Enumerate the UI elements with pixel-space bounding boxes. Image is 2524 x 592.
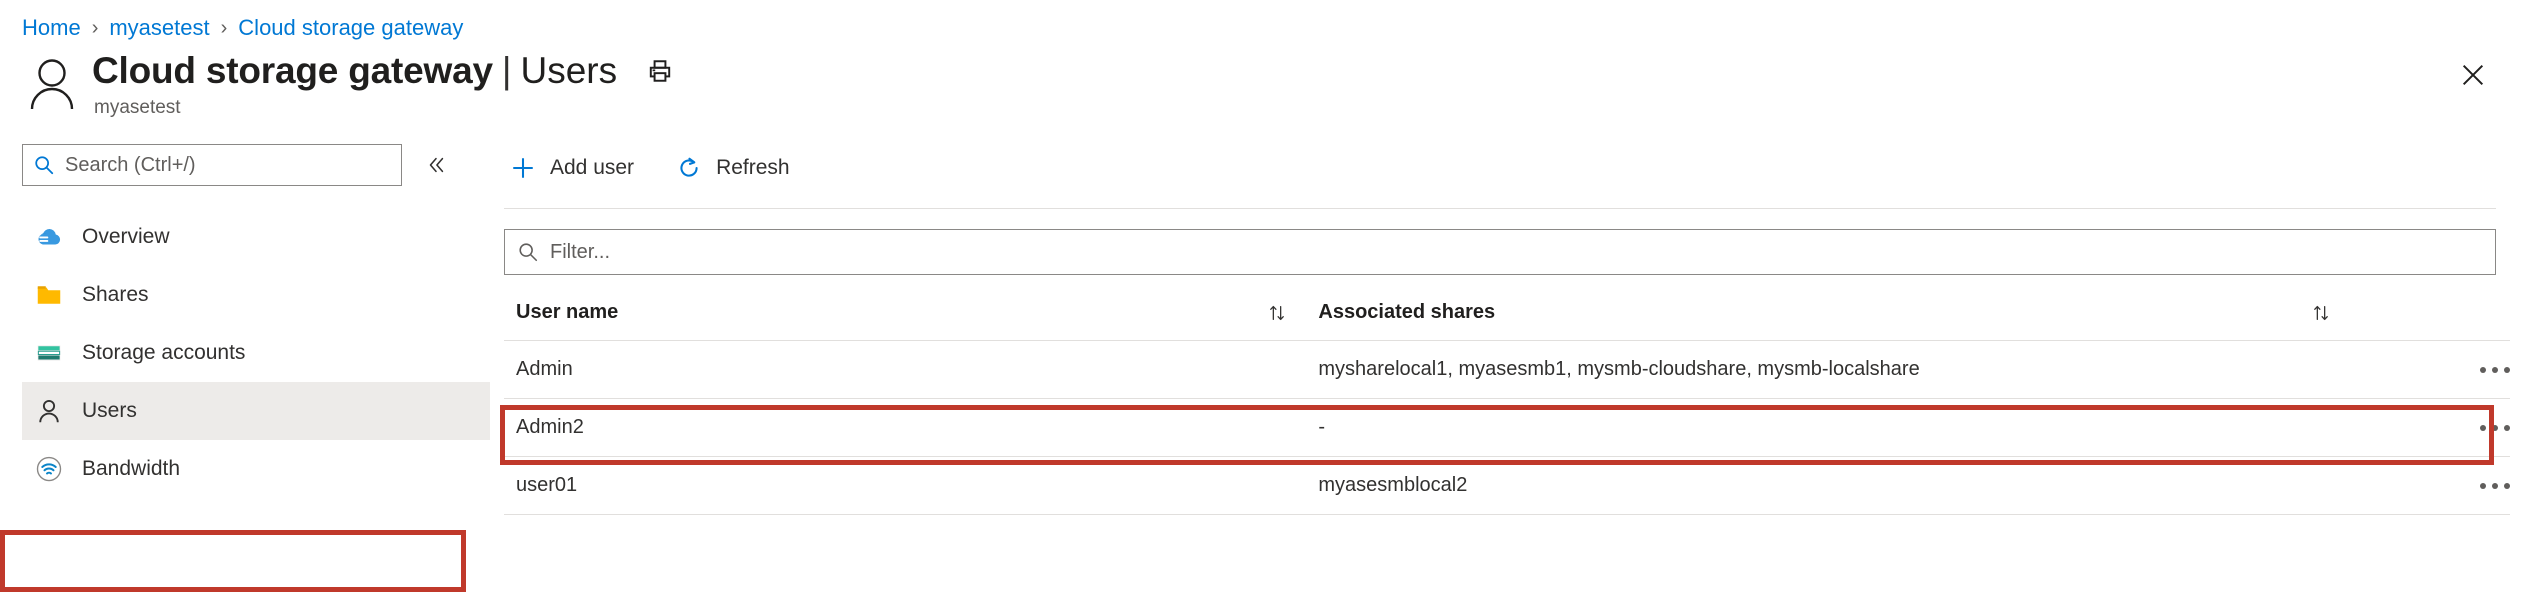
cell-associated-shares: - xyxy=(1306,398,2350,457)
annotation-highlight-users xyxy=(0,530,466,592)
cell-user-name: user01 xyxy=(504,456,1307,515)
sidebar-item-label: Shares xyxy=(82,283,149,306)
table-row[interactable]: Admin mysharelocal1, myasesmb1, mysmb-cl… xyxy=(504,340,2510,399)
table-body: Admin mysharelocal1, myasesmb1, mysmb-cl… xyxy=(504,340,2510,515)
table-row[interactable]: user01 myasesmblocal2 xyxy=(504,456,2510,515)
add-user-button[interactable]: Add user xyxy=(504,146,638,190)
sidebar-item-label: Users xyxy=(82,399,137,422)
column-header-actions xyxy=(2349,283,2510,341)
filter-box[interactable] xyxy=(504,229,2496,275)
breadcrumb-separator-icon: › xyxy=(91,17,99,39)
refresh-button[interactable]: Refresh xyxy=(670,146,794,190)
cell-user-name: Admin2 xyxy=(504,398,1307,457)
plus-icon xyxy=(508,153,538,183)
sort-updown-icon[interactable] xyxy=(1266,302,1306,324)
sidebar-item-shares[interactable]: Shares xyxy=(22,266,490,324)
sidebar-item-label: Bandwidth xyxy=(82,457,181,480)
breadcrumb-item-home[interactable]: Home xyxy=(22,15,81,41)
cell-user-name: Admin xyxy=(504,340,1307,399)
toolbar-divider xyxy=(504,208,2496,209)
column-header-user-name[interactable]: User name xyxy=(504,283,1307,341)
page-title-section: Users xyxy=(520,50,618,91)
sidebar-item-bandwidth[interactable]: Bandwidth xyxy=(22,440,490,498)
ellipsis-icon[interactable] xyxy=(2480,424,2510,431)
filter-input[interactable] xyxy=(548,239,2483,265)
sidebar-nav: Overview Shares Storage accounts Users B… xyxy=(22,208,490,498)
search-input[interactable] xyxy=(63,152,391,178)
column-header-associated-shares[interactable]: Associated shares xyxy=(1306,283,2350,341)
printer-icon[interactable] xyxy=(643,54,677,88)
person-icon xyxy=(26,56,78,112)
sidebar: Overview Shares xyxy=(0,144,490,592)
search-box[interactable] xyxy=(22,144,402,186)
cell-actions xyxy=(2349,398,2510,457)
bandwidth-icon xyxy=(32,452,66,486)
breadcrumb: Home › myasetest › Cloud storage gateway xyxy=(0,0,2524,42)
table-row-admin2[interactable]: Admin2 - xyxy=(504,398,2510,457)
sidebar-search-row xyxy=(22,144,490,186)
title-separator: | xyxy=(501,50,512,91)
toolbar: Add user Refresh xyxy=(490,144,2496,192)
sidebar-item-storage-accounts[interactable]: Storage accounts xyxy=(22,324,490,382)
breadcrumb-separator-icon: › xyxy=(220,17,228,39)
cell-associated-shares: mysharelocal1, myasesmb1, mysmb-cloudsha… xyxy=(1306,340,2350,399)
ellipsis-icon[interactable] xyxy=(2480,366,2510,373)
toolbar-button-label: Refresh xyxy=(716,156,790,179)
sidebar-item-label: Storage accounts xyxy=(82,341,246,364)
sidebar-item-label: Overview xyxy=(82,225,170,248)
cloud-icon xyxy=(32,220,66,254)
breadcrumb-item-cloud-storage-gateway[interactable]: Cloud storage gateway xyxy=(238,15,463,41)
main-content: Add user Refresh Filter... User name Ass… xyxy=(490,144,2524,515)
sort-updown-icon[interactable] xyxy=(2310,302,2350,324)
cell-associated-shares: myasesmblocal2 xyxy=(1306,456,2350,515)
cell-actions xyxy=(2349,456,2510,515)
cell-actions xyxy=(2349,340,2510,399)
page-title-main: Cloud storage gateway xyxy=(92,50,493,91)
table-header-row: User name Associated shares xyxy=(504,283,2510,341)
sidebar-item-overview[interactable]: Overview xyxy=(22,208,490,266)
users-table: User name Associated shares Admin myshar… xyxy=(504,283,2510,515)
folder-icon xyxy=(32,278,66,312)
page-title: Cloud storage gateway | Users xyxy=(92,50,677,92)
search-icon xyxy=(33,154,55,176)
person-icon xyxy=(32,394,66,428)
page-header: Cloud storage gateway | Users myasetest xyxy=(0,42,2524,134)
refresh-icon xyxy=(674,153,704,183)
breadcrumb-item-myasetest[interactable]: myasetest xyxy=(109,15,209,41)
title-block: Cloud storage gateway | Users myasetest xyxy=(92,50,677,119)
ellipsis-icon[interactable] xyxy=(2480,482,2510,489)
sidebar-item-users[interactable]: Users xyxy=(22,382,490,440)
page-body: Overview Shares xyxy=(0,134,2524,592)
chevron-double-left-icon[interactable] xyxy=(420,149,452,181)
toolbar-button-label: Add user xyxy=(550,156,635,179)
close-icon[interactable] xyxy=(2454,56,2492,94)
storage-icon xyxy=(32,336,66,370)
column-header-label: Associated shares xyxy=(1318,301,1496,323)
search-icon xyxy=(517,241,539,263)
column-header-label: User name xyxy=(516,301,619,323)
page-subtitle: myasetest xyxy=(94,97,181,118)
table-header: User name Associated shares xyxy=(504,283,2510,341)
